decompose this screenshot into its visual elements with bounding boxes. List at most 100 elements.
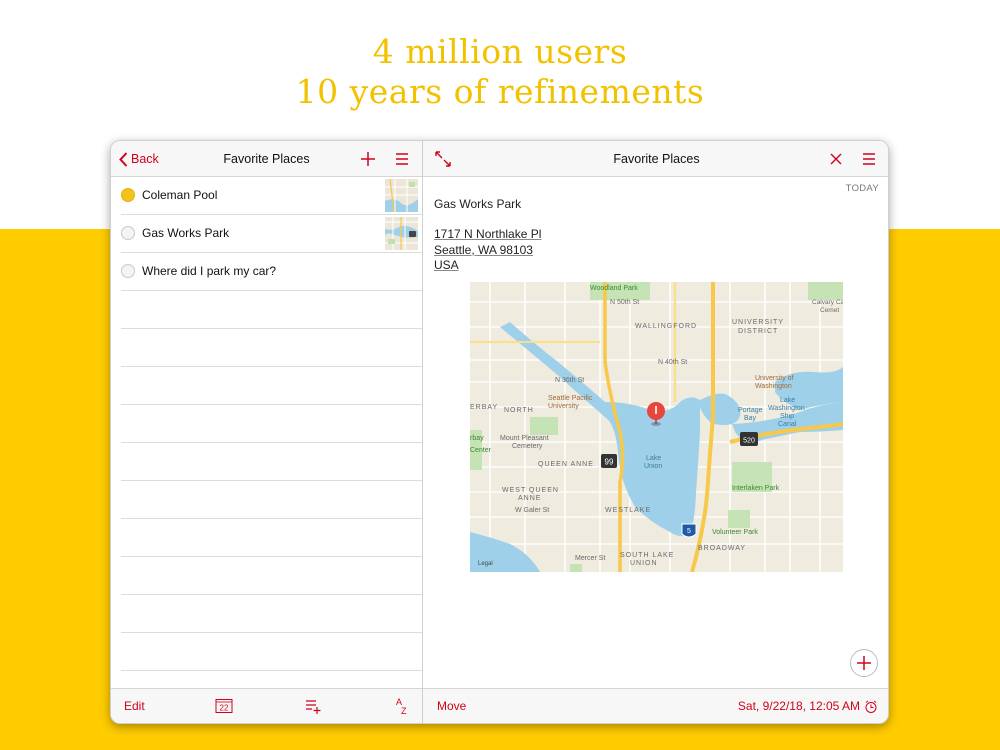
map-label: Volunteer Park [712, 529, 758, 536]
svg-text:Washington: Washington [755, 383, 792, 390]
svg-text:Portage: Portage [738, 407, 763, 414]
hamburger-icon [396, 153, 408, 165]
svg-text:Seattle Pacific: Seattle Pacific [548, 395, 593, 402]
headline-line-2: 10 years of refinements [295, 72, 705, 111]
add-attachment-button[interactable] [850, 649, 878, 677]
svg-text:Cemet: Cemet [820, 307, 839, 314]
reminder-datetime-label: Sat, 9/22/18, 12:05 AM [737, 699, 860, 713]
detail-title: Favorite Places [613, 152, 700, 166]
status-dot[interactable] [121, 264, 135, 278]
empty-row [121, 443, 422, 481]
map-label: Interlaken Park [732, 485, 780, 492]
alarm-clock-icon [865, 700, 877, 713]
detail-menu-button[interactable] [859, 149, 879, 169]
empty-row [121, 291, 422, 329]
svg-text:SOUTH LAKE: SOUTH LAKE [620, 552, 674, 559]
map-view[interactable]: 99 520 5 Woodland Park N 50th St WALLING… [470, 282, 843, 572]
svg-text:WEST QUEEN: WEST QUEEN [502, 487, 559, 494]
svg-text:ANNE: ANNE [518, 495, 541, 502]
list-menu-button[interactable] [392, 149, 412, 169]
date-header: TODAY [845, 183, 879, 194]
empty-row [121, 633, 422, 671]
expand-button[interactable] [433, 149, 453, 169]
map-label: BROADWAY [698, 545, 746, 552]
tablet-app-window: Favorite Places Back Coleman Pool Gas Wo… [110, 140, 889, 724]
close-button[interactable] [826, 149, 846, 169]
list-item[interactable]: Gas Works Park [121, 215, 422, 253]
move-button[interactable]: Move [437, 689, 466, 723]
map-label: QUEEN ANNE [538, 461, 594, 468]
empty-row [121, 329, 422, 367]
svg-text:Bay: Bay [744, 415, 757, 422]
map-label: rbay [470, 435, 484, 442]
places-list: Coleman Pool Gas Works Park Where did I … [111, 177, 422, 671]
sort-button[interactable]: A Z [394, 696, 410, 719]
address-line[interactable]: Seattle, WA 98103 [434, 243, 541, 259]
svg-text:Lake: Lake [646, 455, 661, 462]
list-item[interactable]: Coleman Pool [121, 177, 422, 215]
back-button[interactable]: Back [119, 141, 159, 177]
map-thumbnail [385, 217, 418, 250]
map-label: ERBAY [470, 404, 498, 411]
map-label: 99 [605, 458, 614, 467]
list-item[interactable]: Where did I park my car? [121, 253, 422, 291]
add-circle-icon [857, 656, 871, 670]
svg-text:Union: Union [644, 463, 662, 470]
svg-text:Calvary Ca: Calvary Ca [812, 299, 843, 306]
map-label: NORTH [504, 407, 534, 414]
calendar-day: 22 [220, 704, 229, 713]
svg-text:Cemetery: Cemetery [512, 443, 543, 450]
status-dot[interactable] [121, 226, 135, 240]
hamburger-icon [863, 153, 875, 165]
empty-row [121, 519, 422, 557]
list-navbar: Favorite Places Back [111, 141, 422, 177]
map-label: N 40th St [658, 359, 687, 366]
reminder-datetime[interactable]: Sat, 9/22/18, 12:05 AM [737, 689, 878, 723]
empty-row [121, 595, 422, 633]
sort-az-icon: A Z [396, 697, 407, 716]
calendar-button[interactable]: 22 [215, 698, 233, 717]
address-line[interactable]: 1717 N Northlake Pl [434, 227, 541, 243]
headline-line-1: 4 million users [372, 32, 628, 71]
map-label: WESTLAKE [605, 507, 651, 514]
svg-text:University of: University of [755, 375, 794, 382]
svg-text:DISTRICT: DISTRICT [738, 328, 778, 335]
map-label: Woodland Park [590, 285, 638, 292]
status-dot[interactable] [121, 188, 135, 202]
list-add-icon [306, 700, 321, 714]
svg-text:Ship: Ship [780, 413, 794, 420]
map-label: WALLINGFORD [635, 323, 697, 330]
empty-row [121, 367, 422, 405]
expand-arrows-icon [435, 151, 451, 167]
map-label: 5 [687, 528, 691, 535]
note-title: Gas Works Park [434, 197, 522, 211]
list-item-label: Where did I park my car? [142, 264, 277, 278]
close-icon [830, 153, 842, 165]
svg-text:University: University [548, 403, 579, 410]
svg-text:Canal: Canal [778, 421, 797, 428]
map-thumbnail [385, 179, 418, 212]
chevron-left-icon [119, 151, 128, 167]
map-legal-link: Legal [478, 561, 493, 567]
add-button[interactable] [358, 149, 378, 169]
plus-icon [361, 152, 375, 166]
edit-button[interactable]: Edit [124, 689, 145, 723]
calendar-icon: 22 [215, 699, 233, 713]
list-add-button[interactable] [304, 697, 322, 718]
list-toolbar: Edit 22 A Z [111, 688, 422, 723]
empty-row [121, 405, 422, 443]
empty-row [121, 557, 422, 595]
svg-text:Z: Z [401, 706, 407, 716]
map-label: N 36th St [555, 377, 584, 384]
detail-toolbar: Move Sat, 9/22/18, 12:05 AM [423, 688, 888, 723]
svg-text:Lake: Lake [780, 397, 795, 404]
svg-text:UNION: UNION [630, 560, 658, 567]
map-label: 520 [743, 438, 755, 445]
back-label: Back [131, 152, 159, 166]
svg-text:Washington: Washington [768, 405, 805, 412]
svg-text:UNIVERSITY: UNIVERSITY [732, 319, 784, 326]
map-label: Mercer St [575, 555, 605, 562]
svg-text:Mount Pleasant: Mount Pleasant [500, 435, 549, 442]
empty-row [121, 481, 422, 519]
address-line[interactable]: USA [434, 258, 541, 274]
